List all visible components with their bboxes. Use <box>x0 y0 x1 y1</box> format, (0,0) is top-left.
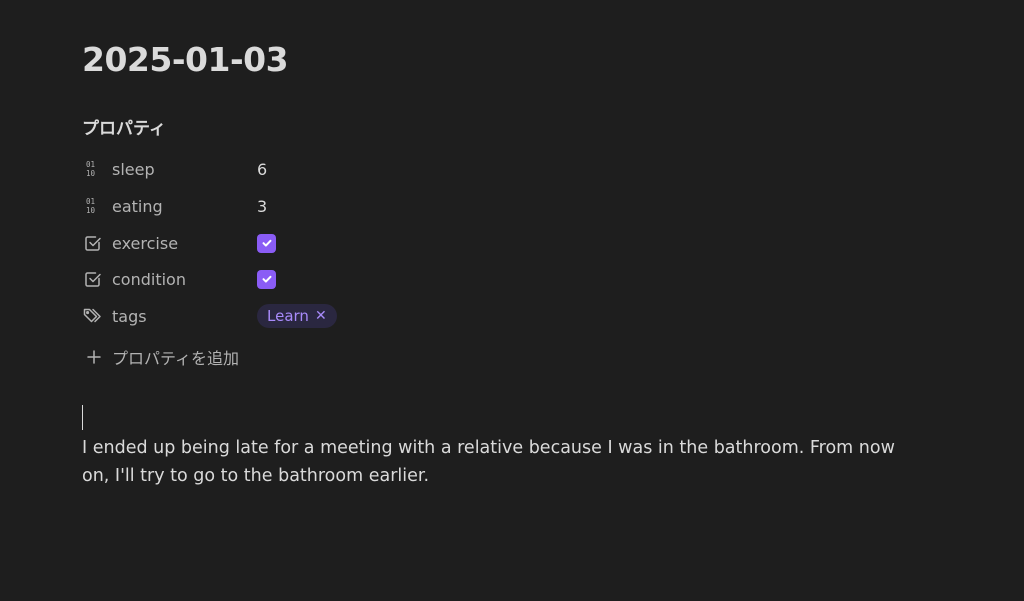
text-cursor <box>82 405 83 430</box>
properties-heading[interactable]: プロパティ <box>82 114 166 139</box>
checkbox-icon[interactable] <box>82 232 104 254</box>
svg-text:01: 01 <box>86 197 95 206</box>
add-property-button[interactable]: プロパティを追加 <box>82 343 239 371</box>
tag-label[interactable]: Learn <box>267 307 309 325</box>
tag-pill[interactable]: Learn ✕ <box>257 304 337 328</box>
property-key[interactable]: exercise <box>112 234 257 253</box>
property-key[interactable]: eating <box>112 197 257 216</box>
svg-text:01: 01 <box>86 160 95 169</box>
property-key[interactable]: sleep <box>112 160 257 179</box>
check-icon <box>262 239 271 247</box>
add-property-label: プロパティを追加 <box>112 349 240 368</box>
svg-text:10: 10 <box>86 169 96 178</box>
property-row-exercise: exercise <box>82 228 682 258</box>
check-icon <box>262 275 271 283</box>
property-key[interactable]: tags <box>112 307 257 326</box>
property-key[interactable]: condition <box>112 270 257 289</box>
property-row-condition: condition <box>82 264 682 294</box>
note-body[interactable]: I ended up being late for a meeting with… <box>82 434 912 490</box>
property-checkbox[interactable] <box>257 269 276 289</box>
checkbox-icon[interactable] <box>82 268 104 290</box>
property-row-tags: tags Learn ✕ <box>82 301 682 331</box>
property-row-sleep: 01 10 sleep 6 <box>82 154 682 184</box>
tags-icon[interactable] <box>82 305 104 327</box>
property-value[interactable]: 6 <box>257 160 267 179</box>
number-icon[interactable]: 01 10 <box>82 195 104 217</box>
property-value[interactable]: 3 <box>257 197 267 216</box>
number-icon[interactable]: 01 10 <box>82 158 104 180</box>
property-checkbox[interactable] <box>257 233 276 253</box>
property-row-eating: 01 10 eating 3 <box>82 191 682 221</box>
note-title[interactable]: 2025-01-03 <box>82 40 289 79</box>
note-editor: 2025-01-03 プロパティ 01 10 sleep 6 01 10 eat… <box>0 0 1024 601</box>
remove-tag-icon[interactable]: ✕ <box>315 308 327 324</box>
svg-text:10: 10 <box>86 206 96 215</box>
plus-icon <box>82 350 106 364</box>
